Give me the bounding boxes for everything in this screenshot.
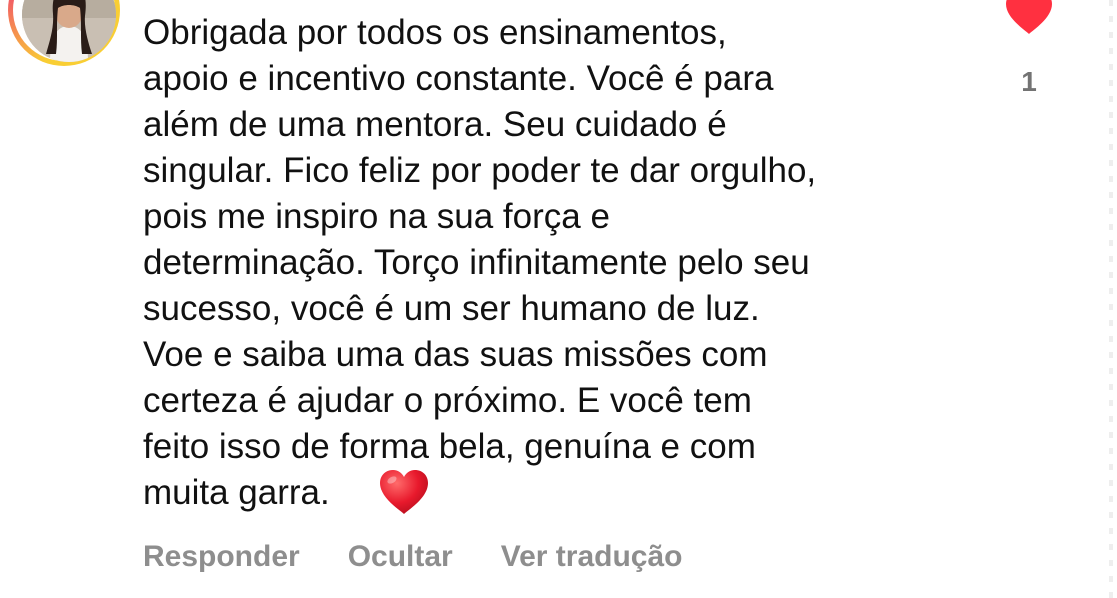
avatar-photo-icon xyxy=(22,0,116,62)
avatar-ring-gap xyxy=(13,0,116,62)
reply-button[interactable]: Responder xyxy=(143,540,300,574)
comment-item: Obrigada por todos os ensinamentos, apoi… xyxy=(0,0,1117,598)
heart-filled-icon[interactable] xyxy=(1004,0,1054,36)
scrollbar-track[interactable] xyxy=(1109,0,1113,598)
red-heart-emoji-icon xyxy=(380,470,428,514)
like-count: 1 xyxy=(1021,66,1037,97)
comment-actions: Responder Ocultar Ver tradução xyxy=(143,540,682,574)
see-translation-button[interactable]: Ver tradução xyxy=(501,540,683,574)
avatar-story-ring[interactable] xyxy=(8,0,120,66)
like-area: 1 xyxy=(1000,0,1060,100)
avatar[interactable] xyxy=(22,0,116,62)
comment-text: Obrigada por todos os ensinamentos, apoi… xyxy=(143,13,817,512)
hide-button[interactable]: Ocultar xyxy=(348,540,453,574)
